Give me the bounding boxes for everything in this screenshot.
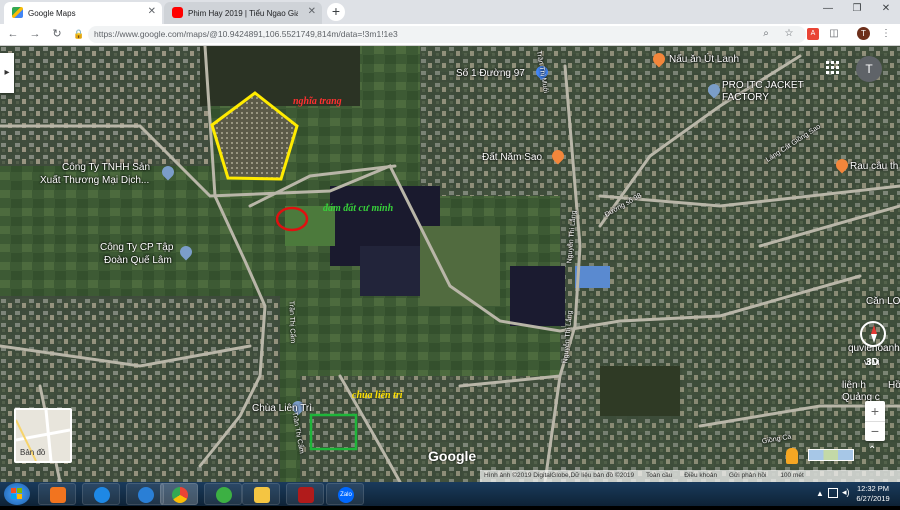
network-icon[interactable] xyxy=(828,488,838,498)
pegman-icon[interactable] xyxy=(786,448,798,464)
account-avatar[interactable]: T xyxy=(856,56,882,82)
google-maps-favicon-icon xyxy=(12,7,23,18)
zoom-search-icon[interactable]: ⌕ xyxy=(760,28,772,40)
place-label[interactable]: Chùa Liên Trì xyxy=(252,403,312,415)
place-label[interactable]: Số 1 Đường 97 xyxy=(456,68,525,80)
taskbar-internet-explorer[interactable] xyxy=(126,483,164,505)
taskbar-eye-app[interactable] xyxy=(82,483,120,505)
tab-title: Google Maps xyxy=(28,8,76,18)
tab-phim-hay[interactable]: Phim Hay 2019 | Tiểu Ngao Giang ✕ xyxy=(164,2,322,24)
place-label[interactable]: FACTORY xyxy=(722,92,769,104)
zoom-in-button[interactable]: + xyxy=(865,401,885,421)
taskbar-adobe-app[interactable] xyxy=(286,483,324,505)
place-label[interactable]: Đoàn Quế Lâm xyxy=(104,255,172,267)
extension-icon[interactable]: ◫ xyxy=(828,28,840,40)
url-text: https://www.google.com/maps/@10.9424891,… xyxy=(94,29,398,39)
expand-side-panel-button[interactable]: ▸ xyxy=(0,53,14,93)
annotation-pagoda: chùa liên trì xyxy=(352,390,403,401)
chrome-menu-icon[interactable]: ⋮ xyxy=(880,28,892,40)
new-tab-button[interactable]: + xyxy=(327,3,345,21)
eye-app-icon xyxy=(94,487,110,503)
profile-avatar[interactable]: T xyxy=(857,27,870,40)
media-player-icon xyxy=(50,487,66,503)
lock-icon[interactable]: 🔒 xyxy=(72,27,86,41)
attribution-bar: Hình ảnh ©2019 DigitalGlobe,Dữ liệu bản … xyxy=(480,470,900,482)
place-label[interactable]: Công Ty CP Tập xyxy=(100,242,173,254)
place-label[interactable]: Căn LO xyxy=(866,296,900,308)
bookmark-star-icon[interactable]: ☆ xyxy=(783,28,795,40)
place-label[interactable]: Công Ty TNHH Sản xyxy=(62,162,150,174)
taskbar-media-player[interactable] xyxy=(38,483,76,505)
3d-toggle-button[interactable]: 3D xyxy=(866,357,879,368)
close-tab-icon[interactable]: ✕ xyxy=(148,6,156,17)
feedback-link[interactable]: Gửi phản hồi xyxy=(729,472,767,479)
place-label[interactable]: Rau câu th xyxy=(850,161,898,173)
annotation-cemetery: nghĩa trang xyxy=(293,96,342,107)
pdf-extension-icon[interactable]: A xyxy=(807,28,819,40)
terms-link[interactable]: Điều khoản xyxy=(684,472,717,479)
adobe-icon xyxy=(298,487,314,503)
reload-icon[interactable]: ↻ xyxy=(50,27,64,41)
place-label[interactable]: Xuất Thương Mại Dịch... xyxy=(40,175,149,187)
tab-title: Phim Hay 2019 | Tiểu Ngao Giang xyxy=(188,8,298,18)
youtube-favicon-icon xyxy=(172,7,183,18)
taskbar-green-app[interactable] xyxy=(204,483,242,505)
satellite-map[interactable]: Số 1 Đường 97 Nấu ăn Út Lanh PRO ITC JAC… xyxy=(0,46,900,482)
taskbar-chrome[interactable] xyxy=(160,483,198,505)
zoom-out-button[interactable]: − xyxy=(865,421,885,441)
tab-bar: Google Maps ✕ Phim Hay 2019 | Tiểu Ngao … xyxy=(0,0,900,24)
place-label[interactable]: liên h xyxy=(842,380,866,392)
folder-icon xyxy=(254,487,270,503)
window-close-icon[interactable]: ✕ xyxy=(872,0,900,20)
google-logo: Google xyxy=(428,448,477,464)
place-label[interactable]: PRO ITC JACKET xyxy=(722,80,804,92)
address-bar[interactable]: https://www.google.com/maps/@10.9424891,… xyxy=(88,26,806,43)
maximize-icon[interactable]: ❐ xyxy=(843,0,871,20)
minimize-icon[interactable]: — xyxy=(814,0,842,20)
internet-explorer-icon xyxy=(138,487,154,503)
clock[interactable]: 12:32 PM 6/27/2019 xyxy=(848,484,898,504)
compass-icon[interactable] xyxy=(860,321,886,347)
place-label[interactable]: Đất Năm Sao xyxy=(482,152,542,164)
windows-taskbar: Zalo ▲ ◂) 12:32 PM 6/27/2019 xyxy=(0,482,900,506)
zalo-icon: Zalo xyxy=(338,487,354,503)
tab-google-maps[interactable]: Google Maps ✕ xyxy=(4,2,162,24)
apps-grid-icon[interactable] xyxy=(826,61,840,75)
browser-toolbar: ← → ↻ 🔒 https://www.google.com/maps/@10.… xyxy=(0,24,900,46)
map-layer-toggle[interactable]: Bản đồ xyxy=(14,408,72,463)
chrome-icon xyxy=(172,487,188,503)
place-label[interactable]: Nấu ăn Út Lanh xyxy=(669,54,739,66)
back-arrow-icon[interactable]: ← xyxy=(6,27,20,41)
attribution-text: Hình ảnh ©2019 DigitalGlobe,Dữ liệu bản … xyxy=(484,472,635,479)
layer-label: Bản đồ xyxy=(20,448,46,457)
zoom-controls: + − xyxy=(865,401,885,441)
road-label: Trần Thị Cẩm xyxy=(287,300,296,344)
start-button[interactable] xyxy=(4,483,30,505)
expand-imagery-icon[interactable]: ⌃ xyxy=(868,445,876,456)
clock-time: 12:32 PM xyxy=(856,484,890,493)
scale-label[interactable]: 100 mét xyxy=(780,472,804,479)
green-app-icon xyxy=(216,487,232,503)
tray-arrow-icon[interactable]: ▲ xyxy=(816,489,824,498)
taskbar-zalo[interactable]: Zalo xyxy=(326,483,364,505)
imagery-thumbnails[interactable] xyxy=(808,449,854,461)
taskbar-file-explorer[interactable] xyxy=(242,483,280,505)
annotation-land-plot: đám đất cư minh xyxy=(323,203,394,214)
close-tab-icon[interactable]: ✕ xyxy=(308,6,316,17)
place-label[interactable]: Hồ xyxy=(888,380,900,392)
forward-arrow-icon[interactable]: → xyxy=(28,27,42,41)
clock-date: 6/27/2019 xyxy=(856,494,890,503)
global-link[interactable]: Toàn cầu xyxy=(646,472,672,479)
